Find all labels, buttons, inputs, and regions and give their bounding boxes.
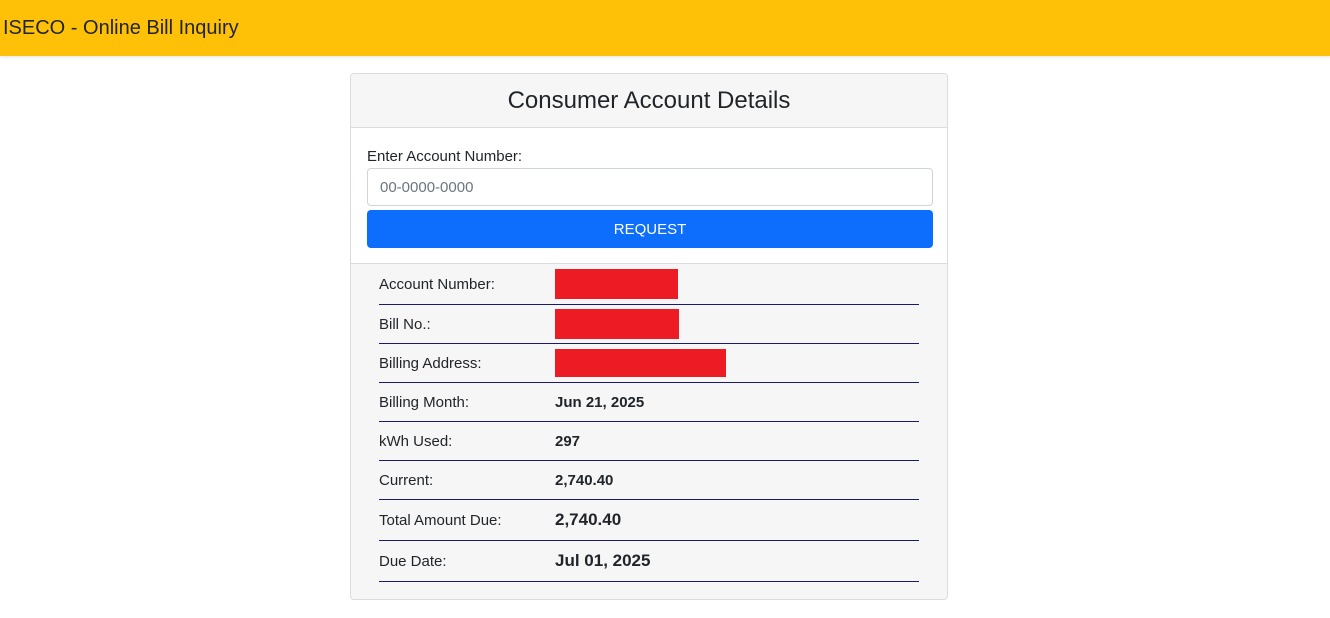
detail-label: Billing Month: [379,393,470,411]
detail-row-due-date: Due Date: Jul 01, 2025 [379,541,919,582]
billing-month-value: Jun 21, 2025 [555,393,645,411]
detail-label: Due Date: [379,552,447,570]
detail-label: kWh Used: [379,432,453,450]
redacted-value [555,309,679,339]
due-date-value: Jul 01, 2025 [555,551,651,570]
account-details-card: Consumer Account Details Enter Account N… [350,73,948,600]
detail-label: Total Amount Due: [379,511,502,529]
total-amount-value: 2,740.40 [555,510,622,529]
current-value: 2,740.40 [555,471,614,489]
detail-row-total-amount-due: Total Amount Due: 2,740.40 [379,500,919,541]
account-number-label: Enter Account Number: [367,148,523,165]
detail-label: Account Number: [379,275,495,293]
kwh-value: 297 [555,432,581,450]
detail-row-kwh: kWh Used: 297 [379,422,919,461]
card-title: Consumer Account Details [351,74,947,128]
detail-row-billing-month: Billing Month: Jun 21, 2025 [379,383,919,422]
detail-row-bill-no: Bill No.: [379,305,919,344]
detail-row-account-number: Account Number: [379,264,919,305]
detail-row-current: Current: 2,740.40 [379,461,919,500]
redacted-value [555,349,726,377]
app-title[interactable]: ISECO - Online Bill Inquiry [0,17,239,40]
detail-label: Bill No.: [379,315,431,333]
redacted-value [555,269,678,299]
detail-label: Billing Address: [379,354,482,372]
top-navbar: ISECO - Online Bill Inquiry [0,0,1330,56]
detail-label: Current: [379,471,434,489]
request-button[interactable]: REQUEST [367,210,933,248]
account-form: Enter Account Number: REQUEST [351,128,947,264]
account-number-input[interactable] [367,168,933,206]
detail-row-billing-address: Billing Address: [379,344,919,383]
details-table: Account Number: Bill No.: Billing Addres… [351,264,947,582]
